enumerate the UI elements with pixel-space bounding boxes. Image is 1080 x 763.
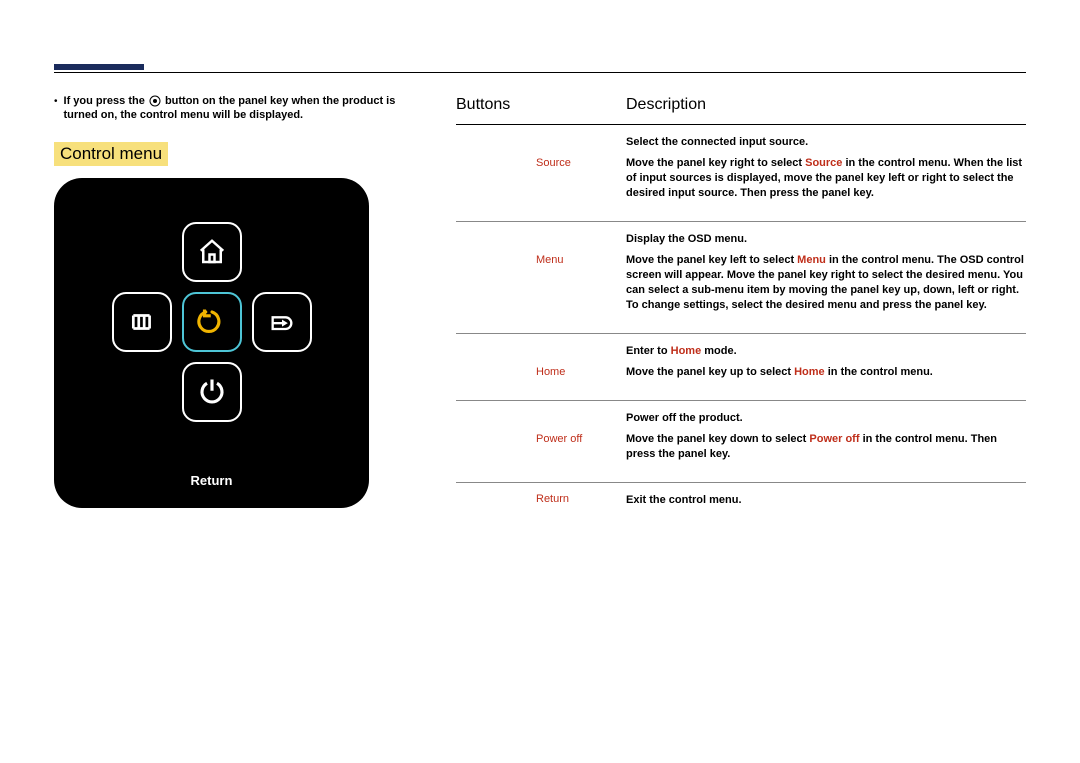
btn-label-menu: Menu (456, 232, 626, 319)
buttons-table: Buttons Description Source Select the co… (456, 96, 1026, 528)
top-divider (54, 72, 1026, 73)
device-label: Return (54, 473, 369, 488)
desc-text: Display the OSD menu. (626, 232, 1026, 247)
desc-source: Select the connected input source. Move … (626, 135, 1026, 207)
menu-button (112, 292, 172, 352)
col-description: Description (626, 96, 1026, 114)
table-header: Buttons Description (456, 96, 1026, 125)
highlight: Source (805, 157, 842, 169)
desc-text: Move the panel key down to select Power … (626, 432, 1026, 462)
bullet-icon: • (54, 94, 58, 109)
col-buttons: Buttons (456, 96, 626, 114)
btn-label-return: Return (456, 493, 626, 514)
desc-text: Move the panel key right to select Sourc… (626, 156, 1026, 201)
table-row: Home Enter to Home mode. Move the panel … (456, 334, 1026, 401)
home-button (182, 222, 242, 282)
table-row: Menu Display the OSD menu. Move the pane… (456, 222, 1026, 334)
left-column: • If you press the button on the panel k… (54, 94, 424, 508)
intro-text: If you press the button on the panel key… (64, 94, 424, 122)
highlight: Menu (797, 254, 826, 266)
desc-text: Enter to Home mode. (626, 344, 1026, 359)
return-button-center (182, 292, 242, 352)
highlight: Home (671, 345, 702, 357)
btn-label-source: Source (456, 135, 626, 207)
desc-power: Power off the product. Move the panel ke… (626, 411, 1026, 468)
section-title: Control menu (54, 142, 168, 166)
desc-home: Enter to Home mode. Move the panel key u… (626, 344, 1026, 386)
panel-key-icon (148, 94, 162, 108)
source-button (252, 292, 312, 352)
table-row: Power off Power off the product. Move th… (456, 401, 1026, 483)
desc-text: Exit the control menu. (626, 493, 1026, 508)
highlight: Power off (809, 433, 859, 445)
control-menu-device: Return (54, 178, 369, 508)
btn-label-home: Home (456, 344, 626, 386)
btn-label-power: Power off (456, 411, 626, 468)
right-column: Buttons Description Source Select the co… (456, 96, 1026, 528)
desc-text: Move the panel key up to select Home in … (626, 365, 1026, 380)
accent-bar (54, 64, 144, 70)
desc-text: Power off the product. (626, 411, 1026, 426)
table-row: Source Select the connected input source… (456, 125, 1026, 222)
intro-pre: If you press the (64, 95, 148, 107)
desc-return: Exit the control menu. (626, 493, 1026, 514)
desc-text: Select the connected input source. (626, 135, 1026, 150)
desc-menu: Display the OSD menu. Move the panel key… (626, 232, 1026, 319)
intro-bullet: • If you press the button on the panel k… (54, 94, 424, 122)
power-button (182, 362, 242, 422)
desc-text: Move the panel key left to select Menu i… (626, 253, 1026, 313)
highlight: Home (794, 366, 825, 378)
table-row: Return Exit the control menu. (456, 483, 1026, 528)
